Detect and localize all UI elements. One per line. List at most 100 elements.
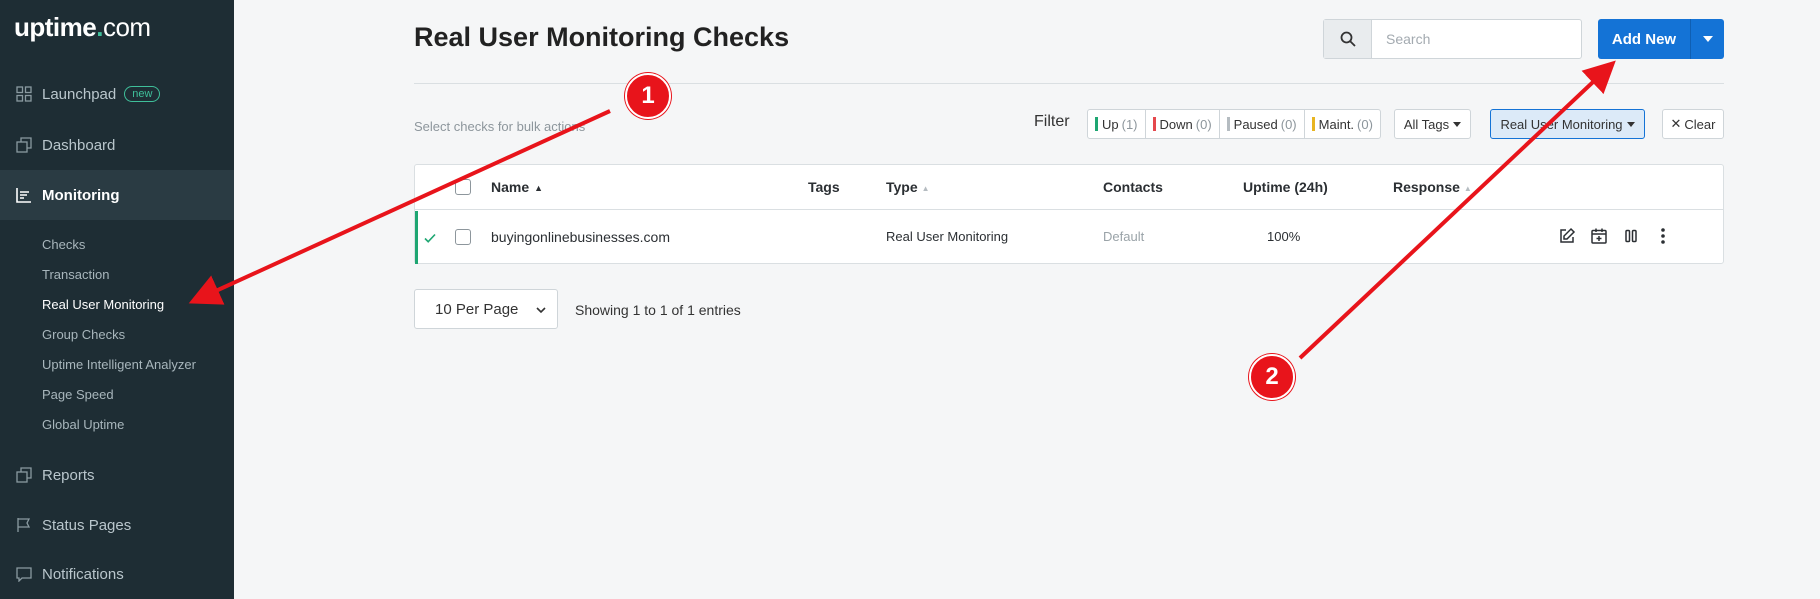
sidebar-subitem-global-uptime[interactable]: Global Uptime	[42, 417, 124, 432]
flag-icon	[16, 517, 32, 533]
caret-down-icon	[1453, 121, 1462, 127]
search-button[interactable]	[1324, 20, 1372, 58]
grid-icon	[16, 86, 32, 102]
sidebar-item-dashboard[interactable]: Dashboard	[0, 120, 234, 170]
all-tags-label: All Tags	[1403, 116, 1450, 132]
new-badge: new	[124, 86, 161, 102]
clear-filters-button[interactable]: ✕ Clear	[1662, 109, 1724, 139]
chart-bars-icon	[16, 187, 32, 203]
bulk-actions-hint: Select checks for bulk actions	[414, 119, 586, 134]
reports-icon	[16, 467, 32, 483]
status-filter-group: Up (1) Down (0) Paused (0) Maint. (0)	[1087, 109, 1381, 139]
caret-down-icon	[1702, 36, 1713, 42]
per-page-select[interactable]: 10 Per Page	[414, 289, 558, 329]
check-type: Real User Monitoring	[886, 229, 1009, 244]
search-icon	[1340, 31, 1356, 47]
check-icon	[423, 233, 436, 243]
column-label: Type	[886, 179, 918, 195]
search-box	[1323, 19, 1582, 59]
check-name-link[interactable]: buyingonlinebusinesses.com	[491, 229, 670, 245]
status-up-indicator	[415, 211, 441, 264]
pause-icon[interactable]	[1621, 226, 1641, 246]
sidebar-item-label: Reports	[42, 466, 95, 484]
row-actions	[1557, 226, 1673, 246]
column-header-name[interactable]: Name ▲	[491, 179, 543, 195]
sidebar-item-launchpad[interactable]: Launchpad new	[0, 69, 234, 119]
row-select-checkbox[interactable]	[455, 229, 471, 245]
sidebar-subitem-page-speed[interactable]: Page Speed	[42, 387, 114, 402]
add-new-dropdown-toggle[interactable]	[1690, 19, 1724, 59]
filter-count-down: (0)	[1195, 116, 1212, 132]
column-header-response[interactable]: Response ▲	[1393, 179, 1472, 195]
add-new-button[interactable]: Add New	[1598, 19, 1690, 59]
sort-icon: ▲	[921, 183, 930, 193]
all-tags-dropdown[interactable]: All Tags	[1394, 109, 1471, 139]
add-new-button-group: Add New	[1598, 19, 1724, 59]
status-bar-paused	[1226, 117, 1230, 131]
sidebar-subitem-real-user-monitoring[interactable]: Real User Monitoring	[42, 297, 164, 312]
check-contacts[interactable]: Default	[1103, 229, 1144, 244]
sidebar: uptime.com Launchpad new Dashboard Monit…	[0, 0, 234, 599]
table-row[interactable]: buyingonlinebusinesses.com Real User Mon…	[415, 211, 1723, 264]
table-header: Name ▲ Tags Type ▲ Contacts Uptime (24h) R…	[415, 165, 1723, 210]
edit-icon[interactable]	[1557, 226, 1577, 246]
clear-label: Clear	[1684, 116, 1716, 132]
filter-count-paused: (0)	[1280, 116, 1297, 132]
filter-label-up: Up	[1102, 116, 1119, 132]
sidebar-subitem-group-checks[interactable]: Group Checks	[42, 327, 125, 342]
entries-summary: Showing 1 to 1 of 1 entries	[575, 302, 741, 318]
filter-label: Filter	[1034, 113, 1070, 130]
status-bar-up	[1095, 117, 1098, 131]
filter-paused[interactable]: Paused (0)	[1220, 110, 1305, 138]
column-label: Response	[1393, 179, 1460, 195]
filter-up[interactable]: Up (1)	[1088, 110, 1146, 138]
dashboard-icon	[16, 137, 32, 153]
caret-down-icon	[1626, 121, 1635, 127]
filter-count-up: (1)	[1121, 116, 1138, 132]
check-type-label: Real User Monitoring	[1500, 116, 1623, 132]
filter-maint[interactable]: Maint. (0)	[1305, 110, 1380, 138]
search-input[interactable]	[1372, 20, 1581, 58]
column-label: Name	[491, 179, 530, 195]
sidebar-subitem-transaction[interactable]: Transaction	[42, 267, 109, 282]
sidebar-item-label: Dashboard	[42, 136, 116, 154]
checks-table: Name ▲ Tags Type ▲ Contacts Uptime (24h) R…	[414, 164, 1724, 264]
more-vertical-icon[interactable]	[1653, 226, 1673, 246]
annotation-marker-2: 2	[1249, 354, 1295, 400]
calendar-add-icon[interactable]	[1589, 226, 1609, 246]
annotation-arrows	[188, 60, 1616, 360]
check-uptime: 100%	[1267, 229, 1301, 244]
sidebar-item-label: Monitoring	[42, 186, 120, 204]
sidebar-item-label: Launchpad	[42, 85, 117, 103]
check-type-dropdown[interactable]: Real User Monitoring	[1490, 109, 1645, 139]
sidebar-item-notifications[interactable]: Notifications	[0, 549, 234, 599]
annotation-marker-1: 1	[625, 73, 671, 119]
status-bar-maint	[1311, 117, 1315, 131]
header-divider	[414, 83, 1724, 84]
chat-icon	[16, 566, 32, 582]
sidebar-item-label: Status Pages	[42, 516, 132, 534]
column-header-contacts: Contacts	[1103, 179, 1163, 195]
sidebar-item-label: Notifications	[42, 565, 124, 583]
column-header-type[interactable]: Type ▲	[886, 179, 930, 195]
column-header-uptime[interactable]: Uptime (24h)	[1243, 179, 1328, 195]
column-header-tags: Tags	[808, 179, 840, 195]
filter-label-down: Down	[1159, 116, 1193, 132]
select-all-checkbox[interactable]	[455, 179, 471, 195]
close-icon: ✕	[1670, 116, 1682, 131]
status-bar-down	[1152, 117, 1156, 131]
sidebar-item-reports[interactable]: Reports	[0, 450, 234, 500]
filter-label-paused: Paused	[1233, 116, 1278, 132]
sidebar-subitem-checks[interactable]: Checks	[42, 237, 85, 252]
filter-count-maint: (0)	[1357, 116, 1373, 132]
sidebar-item-status-pages[interactable]: Status Pages	[0, 500, 234, 550]
filter-down[interactable]: Down (0)	[1146, 110, 1220, 138]
sidebar-item-monitoring[interactable]: Monitoring	[0, 170, 234, 220]
sort-icon: ▲	[1463, 183, 1472, 193]
uptime-logo[interactable]: uptime.com	[14, 12, 151, 43]
page-title: Real User Monitoring Checks	[414, 22, 790, 52]
sidebar-subitem-intelligent-analyzer[interactable]: Uptime Intelligent Analyzer	[42, 357, 196, 372]
chevron-down-icon	[536, 307, 546, 314]
filter-label-maint: Maint.	[1318, 116, 1355, 132]
sort-asc-icon: ▲	[534, 183, 544, 194]
